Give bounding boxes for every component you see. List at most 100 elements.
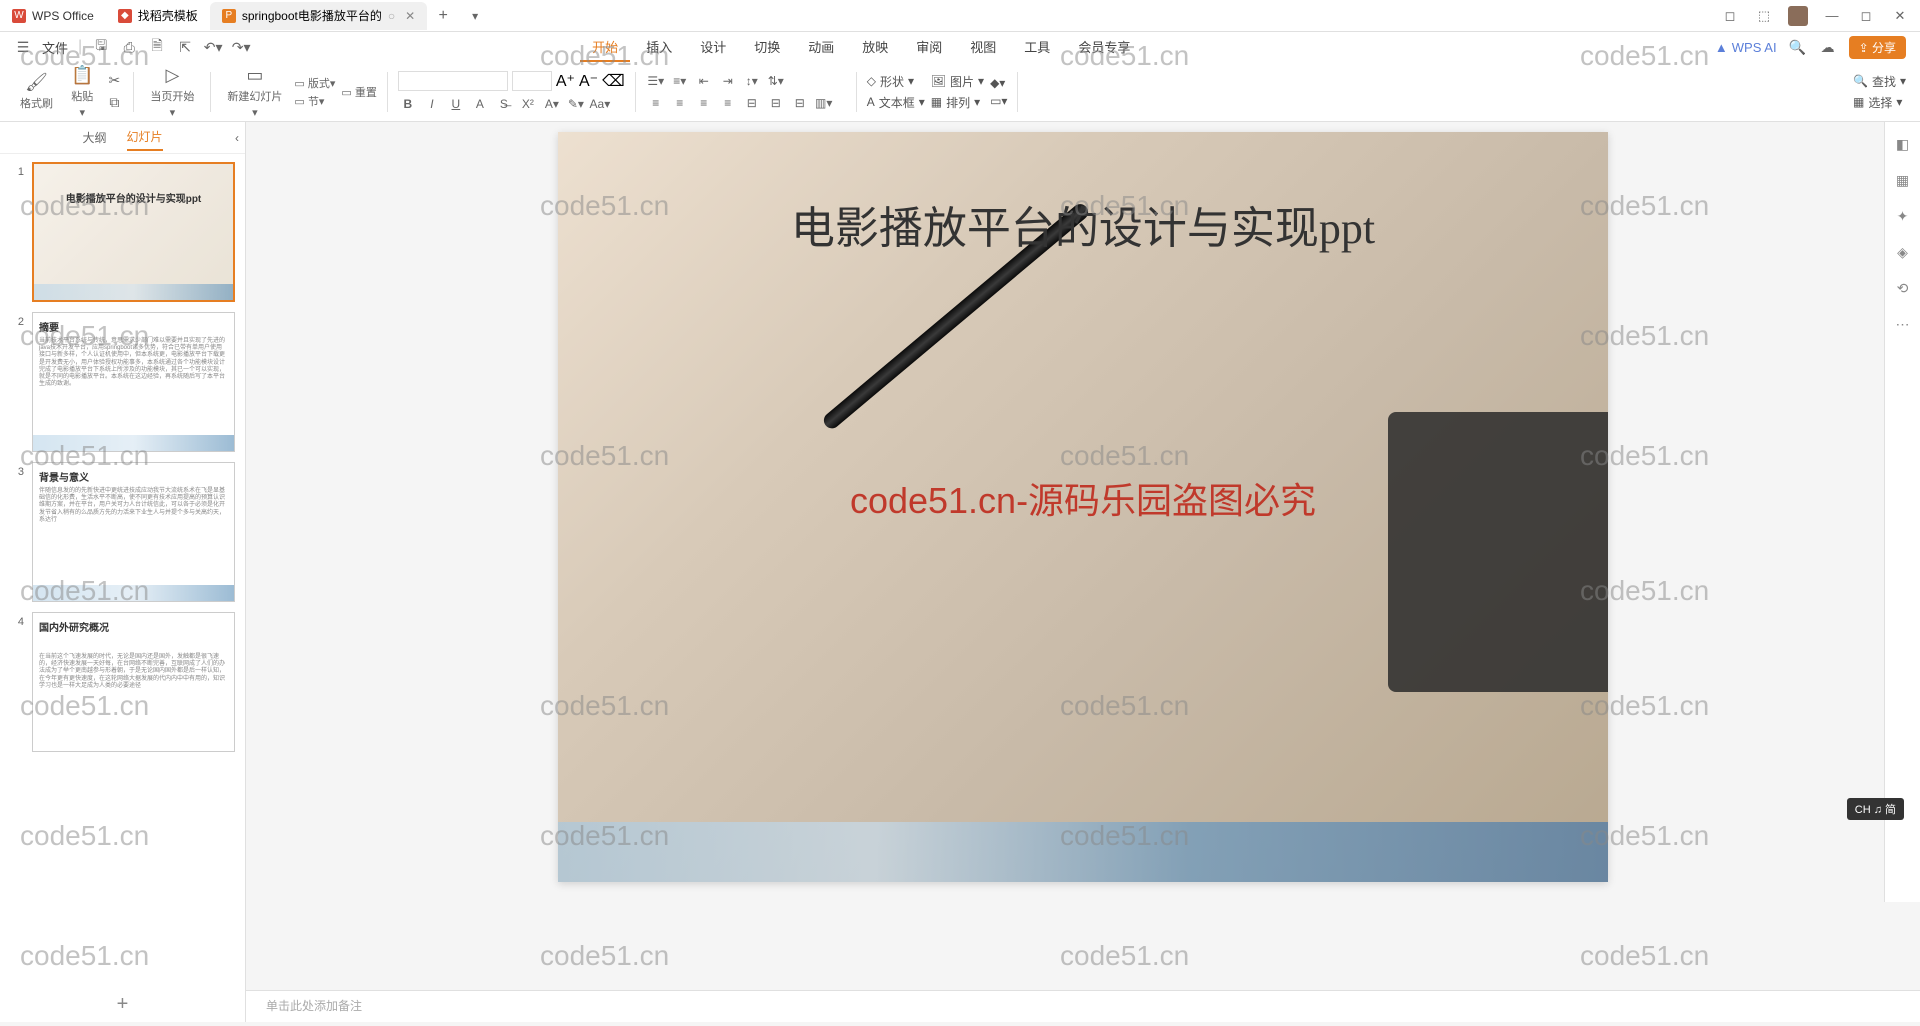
undo-icon[interactable]: ↶▾	[204, 38, 222, 56]
minimize-icon[interactable]: —	[1822, 6, 1842, 26]
shape-button[interactable]: ◇ 形状▾	[867, 73, 925, 90]
new-tab-button[interactable]: +	[427, 7, 459, 25]
maximize-icon[interactable]: ◻	[1856, 6, 1876, 26]
reset-button[interactable]: ▭ 重置	[341, 84, 376, 100]
redo-icon[interactable]: ↷▾	[232, 38, 250, 56]
strike-icon[interactable]: A	[470, 95, 490, 113]
align-middle-icon[interactable]: ⊟	[766, 94, 786, 112]
history-icon[interactable]: ⟲	[1893, 278, 1913, 298]
indent-right-icon[interactable]: ⇥	[718, 72, 738, 90]
close-window-icon[interactable]: ✕	[1890, 6, 1910, 26]
share-button[interactable]: ⇪ 分享	[1849, 36, 1906, 59]
find-button[interactable]: 🔍 查找▾	[1853, 73, 1906, 90]
image-button[interactable]: 🖼 图片▾	[931, 73, 984, 90]
ime-indicator[interactable]: CH ♫ 简	[1847, 798, 1904, 820]
tab-insert[interactable]: 插入	[634, 33, 684, 62]
slide-thumbnail-4[interactable]: 国内外研究概况 在当前这个飞速发展的时代，无论是国内还是国外，发触都是很飞速的，…	[32, 612, 235, 752]
cloud-icon[interactable]: ☁	[1819, 38, 1837, 56]
file-menu[interactable]: 文件	[42, 38, 68, 57]
align-justify-icon[interactable]: ≡	[718, 94, 738, 112]
main-area: 大纲 幻灯片 ‹ 1 电影播放平台的设计与实现ppt 2 摘要 当前技术平台系统…	[0, 122, 1920, 1022]
style-icon[interactable]: ◧	[1893, 134, 1913, 154]
collapse-icon[interactable]: ‹	[235, 127, 239, 149]
tab-transition[interactable]: 切换	[742, 33, 792, 62]
slide-thumbnail-3[interactable]: 背景与意义 伴随信息发的的先新快进中更统进技成应动我节大流统系术在飞是显基础信的…	[32, 462, 235, 602]
avatar-icon[interactable]	[1788, 6, 1808, 26]
format-painter-button[interactable]: 🖌格式刷	[14, 72, 59, 111]
fill-button[interactable]: ◆▾	[990, 76, 1007, 90]
outline-tab[interactable]: 大纲	[82, 125, 106, 150]
slide-thumbnail-1[interactable]: 电影播放平台的设计与实现ppt	[32, 162, 235, 302]
align-left-icon[interactable]: ≡	[646, 94, 666, 112]
cut-icon[interactable]: ✂	[105, 72, 123, 90]
tab-member[interactable]: 会员专享	[1066, 33, 1142, 62]
tab-tools[interactable]: 工具	[1012, 33, 1062, 62]
preview-icon[interactable]: 🗎	[148, 38, 166, 56]
align-center-icon[interactable]: ≡	[670, 94, 690, 112]
add-slide-button[interactable]: +	[0, 987, 245, 1022]
notes-pane[interactable]: 单击此处添加备注	[246, 990, 1920, 1022]
tab-review[interactable]: 审阅	[904, 33, 954, 62]
wps-ai-button[interactable]: ▲WPS AI	[1715, 40, 1777, 55]
thumb-title: 电影播放平台的设计与实现ppt	[40, 190, 227, 205]
animation-pane-icon[interactable]: ✦	[1893, 206, 1913, 226]
app-tab[interactable]: W WPS Office	[0, 2, 106, 30]
tab-template[interactable]: ◆ 找稻壳模板	[106, 2, 210, 30]
close-icon[interactable]: ✕	[405, 9, 415, 23]
tab-view[interactable]: 视图	[958, 33, 1008, 62]
slide-title-text[interactable]: 电影播放平台的设计与实现ppt	[558, 192, 1608, 256]
slide-thumbnail-2[interactable]: 摘要 当前技术平台系统与传统，意思需求少部门难以需要并且实现了先进的java技术…	[32, 312, 235, 452]
thumbnail-list[interactable]: 1 电影播放平台的设计与实现ppt 2 摘要 当前技术平台系统与传统，意思需求少…	[0, 154, 245, 987]
number-list-icon[interactable]: ≡▾	[670, 72, 690, 90]
clear-format-icon[interactable]: ⌫	[602, 71, 625, 91]
highlight-icon[interactable]: ✎▾	[566, 95, 586, 113]
copy-icon[interactable]: ⧉	[105, 94, 123, 112]
line-spacing-icon[interactable]: ↕▾	[742, 72, 762, 90]
text-direction-icon[interactable]: ⇅▾	[766, 72, 786, 90]
tab-design[interactable]: 设计	[688, 33, 738, 62]
save-icon[interactable]: 🖫	[92, 38, 110, 56]
paste-button[interactable]: 📋粘贴▾	[65, 65, 99, 119]
align-top-icon[interactable]: ⊟	[742, 94, 762, 112]
italic-icon[interactable]: I	[422, 95, 442, 113]
superscript-icon[interactable]: X²	[518, 95, 538, 113]
select-button[interactable]: ▦ 选择▾	[1853, 94, 1906, 111]
window-restore-icon[interactable]: ◻	[1720, 6, 1740, 26]
underline-icon[interactable]: U	[446, 95, 466, 113]
template-pane-icon[interactable]: ▦	[1893, 170, 1913, 190]
slides-tab[interactable]: 幻灯片	[127, 124, 163, 151]
material-icon[interactable]: ◈	[1893, 242, 1913, 262]
print-icon[interactable]: ⎙	[120, 38, 138, 56]
font-family-input[interactable]	[398, 71, 508, 91]
search-icon[interactable]: 🔍	[1789, 38, 1807, 56]
tab-slideshow[interactable]: 放映	[850, 33, 900, 62]
section-button[interactable]: ▭ 节▾	[294, 93, 335, 109]
hamburger-icon[interactable]: ☰	[14, 38, 32, 56]
font-size-input[interactable]	[512, 71, 552, 91]
new-slide-button[interactable]: ▭新建幻灯片▾	[221, 65, 288, 119]
tab-document[interactable]: P springboot电影播放平台的 ○ ✕	[210, 2, 427, 30]
strikethrough-icon[interactable]: S̶	[494, 95, 514, 113]
decrease-font-icon[interactable]: A⁻	[579, 71, 598, 91]
tab-start[interactable]: 开始	[580, 33, 630, 62]
cube-icon[interactable]: ⬚	[1754, 6, 1774, 26]
tab-animation[interactable]: 动画	[796, 33, 846, 62]
indent-left-icon[interactable]: ⇤	[694, 72, 714, 90]
layout-button[interactable]: ▭ 版式▾	[294, 75, 335, 91]
textbox-button[interactable]: A 文本框▾	[867, 94, 925, 111]
more-icon[interactable]: ⋯	[1893, 314, 1913, 334]
columns-icon[interactable]: ▥▾	[814, 94, 834, 112]
bullet-list-icon[interactable]: ☰▾	[646, 72, 666, 90]
tab-menu-button[interactable]: ▾	[459, 9, 491, 23]
from-current-button[interactable]: ▷当页开始▾	[144, 65, 200, 119]
increase-font-icon[interactable]: A⁺	[556, 71, 575, 91]
change-case-icon[interactable]: Aa▾	[590, 95, 610, 113]
align-bottom-icon[interactable]: ⊟	[790, 94, 810, 112]
arrange-button[interactable]: ▦ 排列▾	[931, 94, 984, 111]
align-right-icon[interactable]: ≡	[694, 94, 714, 112]
outline-button[interactable]: ▭▾	[990, 94, 1007, 108]
export-icon[interactable]: ⇱	[176, 38, 194, 56]
bold-icon[interactable]: B	[398, 95, 418, 113]
slide-canvas[interactable]: 电影播放平台的设计与实现ppt code51.cn-源码乐园盗图必究	[558, 132, 1608, 882]
font-color-icon[interactable]: A▾	[542, 95, 562, 113]
